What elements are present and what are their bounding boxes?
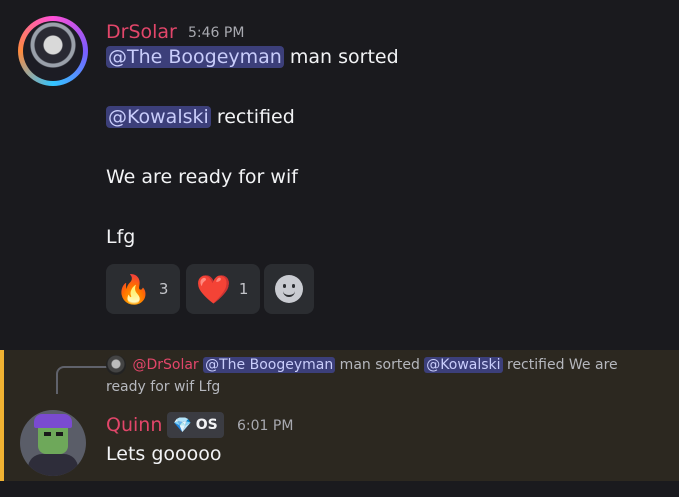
message-line-4: Lfg: [106, 226, 136, 248]
reply-text: man sorted: [335, 357, 425, 373]
message-quinn: @DrSolar @The Boogeyman man sorted @Kowa…: [0, 350, 679, 481]
reply-connector: [56, 366, 108, 394]
gem-icon: 💎: [173, 416, 192, 434]
timestamp: 6:01 PM: [237, 418, 294, 434]
heart-icon: ❤️: [196, 272, 231, 306]
message-line-3: We are ready for wif: [106, 166, 298, 188]
author-name[interactable]: DrSolar: [106, 21, 177, 43]
bottom-strip: [0, 481, 679, 497]
smile-icon: [275, 275, 303, 303]
message-line-2: @Kowalski rectified: [106, 106, 295, 128]
message-drsolar: DrSolar 5:46 PM @The Boogeyman man sorte…: [0, 0, 679, 350]
drsolar-avatar[interactable]: [18, 16, 88, 86]
role-badge[interactable]: 💎 OS: [167, 412, 224, 438]
fire-icon: 🔥: [116, 272, 151, 306]
reaction-heart[interactable]: ❤️ 1: [186, 264, 260, 314]
quinn-avatar[interactable]: [20, 410, 86, 476]
line-text: rectified: [210, 106, 295, 128]
message-line-1: @The Boogeyman man sorted: [106, 46, 399, 68]
reaction-count: 1: [238, 280, 249, 298]
message-text: Lets gooooo: [106, 443, 222, 465]
mention-boogeyman[interactable]: @The Boogeyman: [106, 46, 284, 68]
author-name[interactable]: Quinn: [106, 414, 162, 436]
badge-label: OS: [195, 417, 218, 433]
reply-author[interactable]: @DrSolar: [132, 357, 198, 373]
reply-preview[interactable]: @DrSolar @The Boogeyman man sorted @Kowa…: [106, 354, 646, 398]
reaction-fire[interactable]: 🔥 3: [106, 264, 180, 314]
reaction-count: 3: [158, 280, 169, 298]
add-reaction-button[interactable]: [264, 264, 314, 314]
line-text: man sorted: [283, 46, 399, 68]
timestamp: 5:46 PM: [188, 25, 245, 41]
reply-avatar: [106, 355, 126, 375]
mention-kowalski[interactable]: @Kowalski: [106, 106, 211, 128]
reply-mention-kowalski[interactable]: @Kowalski: [424, 357, 503, 373]
reply-mention-boogeyman[interactable]: @The Boogeyman: [203, 357, 336, 373]
